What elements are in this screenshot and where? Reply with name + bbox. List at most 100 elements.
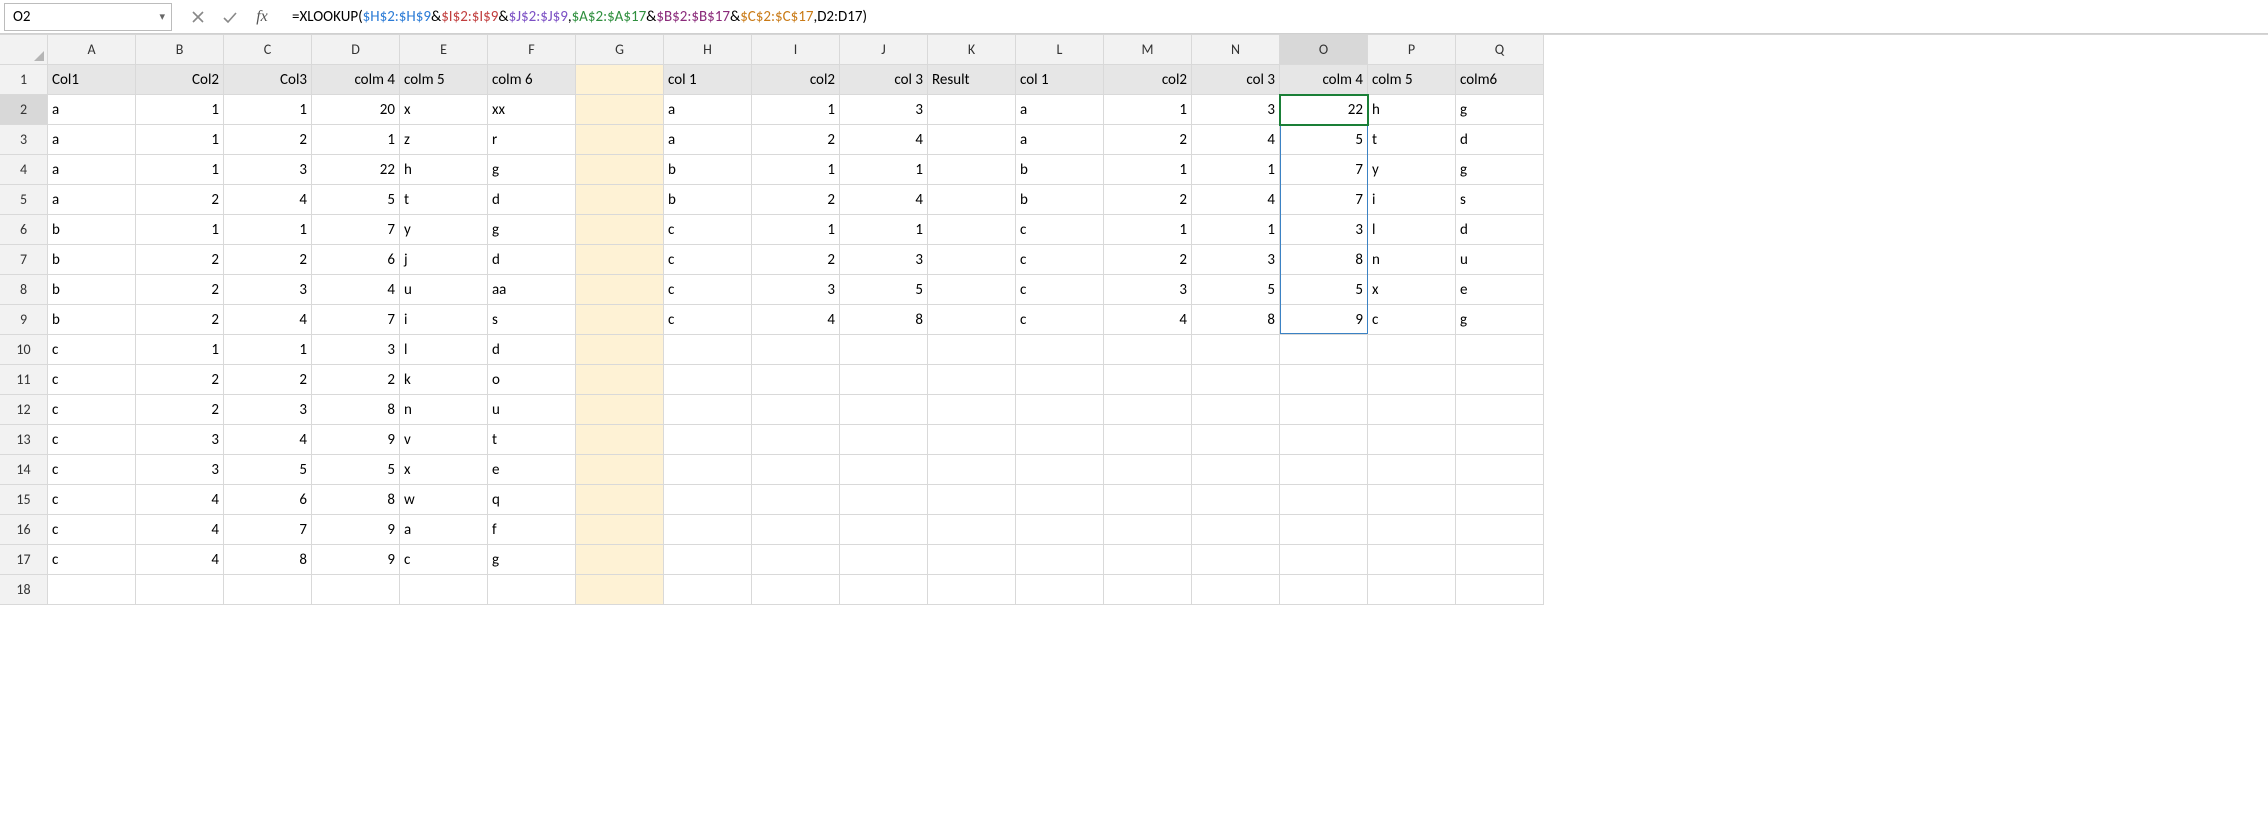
- cell-M4[interactable]: 1: [1104, 155, 1192, 185]
- cell-Q18[interactable]: [1456, 575, 1544, 605]
- cell-P13[interactable]: [1368, 425, 1456, 455]
- cell-L4[interactable]: b: [1016, 155, 1104, 185]
- cell-H16[interactable]: [664, 515, 752, 545]
- cell-K8[interactable]: [928, 275, 1016, 305]
- cell-K6[interactable]: [928, 215, 1016, 245]
- cell-C18[interactable]: [224, 575, 312, 605]
- cell-K7[interactable]: [928, 245, 1016, 275]
- enter-icon[interactable]: [220, 7, 240, 27]
- spreadsheet-grid[interactable]: ABCDEFGHIJKLMNOPQ1Col1Col2Col3colm 4colm…: [0, 34, 2268, 605]
- cell-O15[interactable]: [1280, 485, 1368, 515]
- cell-H2[interactable]: a: [664, 95, 752, 125]
- cell-E11[interactable]: k: [400, 365, 488, 395]
- cell-Q14[interactable]: [1456, 455, 1544, 485]
- cell-G18[interactable]: [576, 575, 664, 605]
- cell-D4[interactable]: 22: [312, 155, 400, 185]
- cell-N10[interactable]: [1192, 335, 1280, 365]
- cell-G13[interactable]: [576, 425, 664, 455]
- cell-E12[interactable]: n: [400, 395, 488, 425]
- cell-Q13[interactable]: [1456, 425, 1544, 455]
- cell-C9[interactable]: 4: [224, 305, 312, 335]
- cell-O12[interactable]: [1280, 395, 1368, 425]
- cell-H3[interactable]: a: [664, 125, 752, 155]
- cell-G15[interactable]: [576, 485, 664, 515]
- cell-O7[interactable]: 8: [1280, 245, 1368, 275]
- cell-E8[interactable]: u: [400, 275, 488, 305]
- cell-E3[interactable]: z: [400, 125, 488, 155]
- cell-A18[interactable]: [48, 575, 136, 605]
- cell-M14[interactable]: [1104, 455, 1192, 485]
- cell-K15[interactable]: [928, 485, 1016, 515]
- cell-H8[interactable]: c: [664, 275, 752, 305]
- cell-E16[interactable]: a: [400, 515, 488, 545]
- cell-A15[interactable]: c: [48, 485, 136, 515]
- column-header-J[interactable]: J: [840, 35, 928, 65]
- cell-J15[interactable]: [840, 485, 928, 515]
- cell-H4[interactable]: b: [664, 155, 752, 185]
- cell-M17[interactable]: [1104, 545, 1192, 575]
- cell-F1[interactable]: colm 6: [488, 65, 576, 95]
- row-header-16[interactable]: 16: [0, 515, 48, 545]
- cell-F12[interactable]: u: [488, 395, 576, 425]
- cell-H6[interactable]: c: [664, 215, 752, 245]
- cell-A7[interactable]: b: [48, 245, 136, 275]
- cell-I8[interactable]: 3: [752, 275, 840, 305]
- cell-M12[interactable]: [1104, 395, 1192, 425]
- row-header-7[interactable]: 7: [0, 245, 48, 275]
- cell-Q4[interactable]: g: [1456, 155, 1544, 185]
- cell-M13[interactable]: [1104, 425, 1192, 455]
- cell-P17[interactable]: [1368, 545, 1456, 575]
- cell-C15[interactable]: 6: [224, 485, 312, 515]
- cell-N12[interactable]: [1192, 395, 1280, 425]
- cell-O18[interactable]: [1280, 575, 1368, 605]
- cell-G1[interactable]: [576, 65, 664, 95]
- cell-M2[interactable]: 1: [1104, 95, 1192, 125]
- column-header-O[interactable]: O: [1280, 35, 1368, 65]
- cell-I5[interactable]: 2: [752, 185, 840, 215]
- cell-I14[interactable]: [752, 455, 840, 485]
- cell-F8[interactable]: aa: [488, 275, 576, 305]
- column-header-F[interactable]: F: [488, 35, 576, 65]
- cell-K9[interactable]: [928, 305, 1016, 335]
- cell-O3[interactable]: 5: [1280, 125, 1368, 155]
- cell-Q15[interactable]: [1456, 485, 1544, 515]
- cell-B12[interactable]: 2: [136, 395, 224, 425]
- cell-D14[interactable]: 5: [312, 455, 400, 485]
- cell-P3[interactable]: t: [1368, 125, 1456, 155]
- cell-G8[interactable]: [576, 275, 664, 305]
- cell-Q7[interactable]: u: [1456, 245, 1544, 275]
- cell-G17[interactable]: [576, 545, 664, 575]
- column-header-M[interactable]: M: [1104, 35, 1192, 65]
- row-header-11[interactable]: 11: [0, 365, 48, 395]
- cell-I2[interactable]: 1: [752, 95, 840, 125]
- cell-A14[interactable]: c: [48, 455, 136, 485]
- cell-L16[interactable]: [1016, 515, 1104, 545]
- cell-O14[interactable]: [1280, 455, 1368, 485]
- cell-L1[interactable]: col 1: [1016, 65, 1104, 95]
- cell-P5[interactable]: i: [1368, 185, 1456, 215]
- cell-Q9[interactable]: g: [1456, 305, 1544, 335]
- cell-E15[interactable]: w: [400, 485, 488, 515]
- cell-C6[interactable]: 1: [224, 215, 312, 245]
- cell-H10[interactable]: [664, 335, 752, 365]
- cell-G4[interactable]: [576, 155, 664, 185]
- cell-Q8[interactable]: e: [1456, 275, 1544, 305]
- cell-M8[interactable]: 3: [1104, 275, 1192, 305]
- cell-J7[interactable]: 3: [840, 245, 928, 275]
- cell-M5[interactable]: 2: [1104, 185, 1192, 215]
- cell-A17[interactable]: c: [48, 545, 136, 575]
- column-header-D[interactable]: D: [312, 35, 400, 65]
- cell-B2[interactable]: 1: [136, 95, 224, 125]
- cell-F7[interactable]: d: [488, 245, 576, 275]
- cell-M1[interactable]: col2: [1104, 65, 1192, 95]
- row-header-14[interactable]: 14: [0, 455, 48, 485]
- cell-O8[interactable]: 5: [1280, 275, 1368, 305]
- cell-N16[interactable]: [1192, 515, 1280, 545]
- cell-N4[interactable]: 1: [1192, 155, 1280, 185]
- cell-B17[interactable]: 4: [136, 545, 224, 575]
- cell-C7[interactable]: 2: [224, 245, 312, 275]
- cell-J8[interactable]: 5: [840, 275, 928, 305]
- cell-Q1[interactable]: colm6: [1456, 65, 1544, 95]
- cell-I17[interactable]: [752, 545, 840, 575]
- cell-K4[interactable]: [928, 155, 1016, 185]
